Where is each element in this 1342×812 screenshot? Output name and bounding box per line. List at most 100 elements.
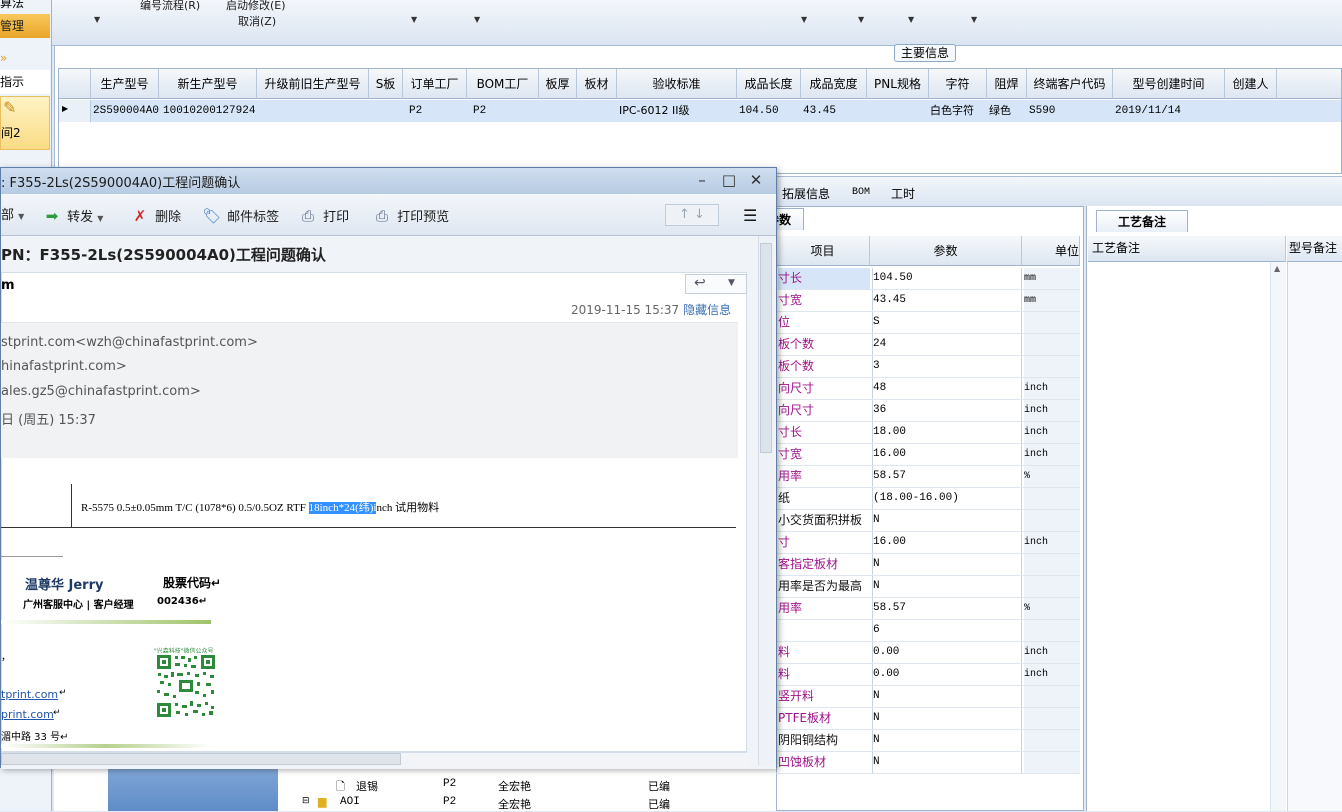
param-row[interactable]: 寸宽 16.00 inch <box>776 444 1080 466</box>
vertical-scroll-thumb[interactable] <box>760 243 772 453</box>
chevron-down-icon[interactable]: ▼ <box>858 15 864 24</box>
email-titlebar[interactable]: : F355-2Ls(2S590004A0)工程问题确认 – □ ✕ <box>1 168 776 194</box>
param-value[interactable]: 58.57 <box>872 466 1022 487</box>
cell-order-factory[interactable]: P2 <box>409 100 459 122</box>
tab-work-hours[interactable]: 工时 <box>891 185 915 202</box>
param-row[interactable]: 寸宽 43.45 mm <box>776 290 1080 312</box>
menu-list-icon[interactable]: ☰ <box>743 206 757 226</box>
tab-params[interactable]: 参数 <box>776 208 804 230</box>
col-header[interactable]: 终端客户代码 <box>1027 69 1113 99</box>
col-header[interactable]: PNL规格 <box>867 69 929 99</box>
tree-item-label[interactable]: AOI <box>340 796 360 808</box>
delete-button[interactable]: ✗ 删除 <box>129 206 181 226</box>
param-value[interactable]: 48 <box>872 378 1022 399</box>
col-header[interactable]: 字符 <box>929 69 987 99</box>
param-value[interactable]: 0.00 <box>872 664 1022 685</box>
signature-link[interactable]: print.com <box>1 708 54 721</box>
col-header[interactable]: 升级前旧生产型号 <box>257 69 369 99</box>
remark-col-process[interactable]: 工艺备注 <box>1088 236 1286 262</box>
cell-customer-code[interactable]: S590 <box>1029 100 1109 122</box>
param-row[interactable]: 纸 (18.00-16.00) <box>776 488 1080 510</box>
param-value[interactable]: 6 <box>872 620 1022 641</box>
param-col-item[interactable]: 项目 <box>776 236 870 266</box>
param-row[interactable]: 客指定板材 N <box>776 554 1080 576</box>
param-row[interactable]: 向尺寸 36 inch <box>776 400 1080 422</box>
param-row[interactable]: 用率 58.57% <box>776 466 1080 488</box>
param-row[interactable]: 寸长 18.00 inch <box>776 422 1080 444</box>
param-value[interactable]: N <box>872 686 1022 707</box>
number-flow-menu[interactable]: 编号流程(R) <box>140 0 200 13</box>
cell-solder-mask[interactable]: 绿色 <box>989 100 1027 122</box>
param-row[interactable]: 料 0.00 inch <box>776 664 1080 686</box>
chevron-down-icon[interactable]: ▼ <box>728 278 735 288</box>
expand-icon[interactable]: ⊟ <box>302 796 310 806</box>
param-value[interactable]: 43.45 <box>872 290 1022 311</box>
remark-scrollbar[interactable]: ▲ <box>1270 262 1286 811</box>
chevron-down-icon[interactable]: ▼ <box>908 15 914 24</box>
param-value[interactable]: 104.50 <box>872 268 1022 289</box>
param-row[interactable]: 板个数 24 <box>776 334 1080 356</box>
param-row[interactable]: 凹蚀板材 N <box>776 752 1080 774</box>
col-header[interactable]: 订单工厂 <box>403 69 467 99</box>
param-row[interactable]: 用率 58.57% <box>776 598 1080 620</box>
param-row[interactable]: 阴阳铜结构 N <box>776 730 1080 752</box>
param-row[interactable]: 向尺寸 48 inch <box>776 378 1080 400</box>
col-header[interactable]: 阻焊 <box>987 69 1027 99</box>
reply-all-button[interactable]: 部 ▼ <box>1 206 24 226</box>
param-value[interactable]: 24 <box>872 334 1022 355</box>
col-header[interactable]: 板材 <box>577 69 617 99</box>
param-value[interactable]: N <box>872 576 1022 597</box>
nav-item-algorithm[interactable]: 算法 <box>0 0 50 12</box>
nav-item-management[interactable]: 管理 <box>0 14 50 38</box>
cell-legend[interactable]: 白色字符 <box>930 100 988 122</box>
cell-model[interactable]: 2S590004A0 <box>93 100 159 122</box>
param-row[interactable]: 板个数 3 <box>776 356 1080 378</box>
tab-ext-info[interactable]: 拓展信息 <box>782 185 830 202</box>
param-value[interactable]: N <box>872 730 1022 751</box>
prev-next-buttons[interactable]: ↑ ↓ <box>665 204 719 226</box>
param-value[interactable]: 18.00 <box>872 422 1022 443</box>
cancel-menu[interactable]: 取消(Z) <box>238 13 276 29</box>
col-header[interactable]: S板 <box>369 69 403 99</box>
param-value[interactable]: 58.57 <box>872 598 1022 619</box>
param-row[interactable]: 小交货面积拼板 N <box>776 510 1080 532</box>
col-header[interactable]: 创建人 <box>1225 69 1277 99</box>
chevron-down-icon[interactable]: ▼ <box>411 15 417 24</box>
main-info-tab[interactable]: 主要信息 <box>894 44 956 62</box>
cell-new-model[interactable]: 10010200127924 <box>163 100 257 122</box>
param-col-unit[interactable]: 单位 <box>1022 236 1080 266</box>
minimize-icon[interactable]: – <box>691 170 713 190</box>
col-header[interactable]: 成品长度 <box>737 69 801 99</box>
col-header[interactable]: BOM工厂 <box>467 69 539 99</box>
chevron-down-icon[interactable]: ▼ <box>474 15 480 24</box>
cell-length[interactable]: 104.50 <box>739 100 799 122</box>
tree-item-label[interactable]: 退锡 <box>356 778 378 794</box>
start-modify-menu[interactable]: 启动修改(E) <box>226 0 286 13</box>
row-selector-icon[interactable]: ▶ <box>59 100 91 122</box>
col-header[interactable]: 板厚 <box>539 69 577 99</box>
col-header[interactable]: 型号创建时间 <box>1113 69 1225 99</box>
cell-acceptance[interactable]: IPC-6012 II级 <box>619 100 737 122</box>
col-header[interactable]: 验收标准 <box>617 69 737 99</box>
horizontal-scroll-thumb[interactable] <box>1 753 401 765</box>
col-header[interactable]: 新生产型号 <box>159 69 257 99</box>
param-value[interactable]: 36 <box>872 400 1022 421</box>
param-value[interactable]: N <box>872 708 1022 729</box>
col-header[interactable]: 成品宽度 <box>801 69 867 99</box>
param-row[interactable]: 寸长 104.50 mm <box>776 268 1080 290</box>
reply-icon[interactable]: ↩ <box>694 275 706 291</box>
reply-dropdown[interactable]: ↩ ▼ <box>685 274 747 294</box>
param-value[interactable]: 3 <box>872 356 1022 377</box>
print-preview-button[interactable]: ⎙ 打印预览 <box>371 206 449 226</box>
tab-bom[interactable]: BOM <box>852 187 870 198</box>
param-value[interactable]: N <box>872 554 1022 575</box>
nav-item-guide[interactable]: 指示 <box>0 70 50 94</box>
print-button[interactable]: ⎙ 打印 <box>297 206 349 226</box>
param-row[interactable]: 位S <box>776 312 1080 334</box>
param-value[interactable]: 0.00 <box>872 642 1022 663</box>
cell-bom-factory[interactable]: P2 <box>473 100 533 122</box>
cell-width[interactable]: 43.45 <box>803 100 863 122</box>
remark-col-model[interactable]: 型号备注 <box>1287 236 1342 262</box>
param-value[interactable]: S <box>872 312 1022 333</box>
nav-item-selected[interactable]: ✎ 间2 <box>0 96 50 150</box>
